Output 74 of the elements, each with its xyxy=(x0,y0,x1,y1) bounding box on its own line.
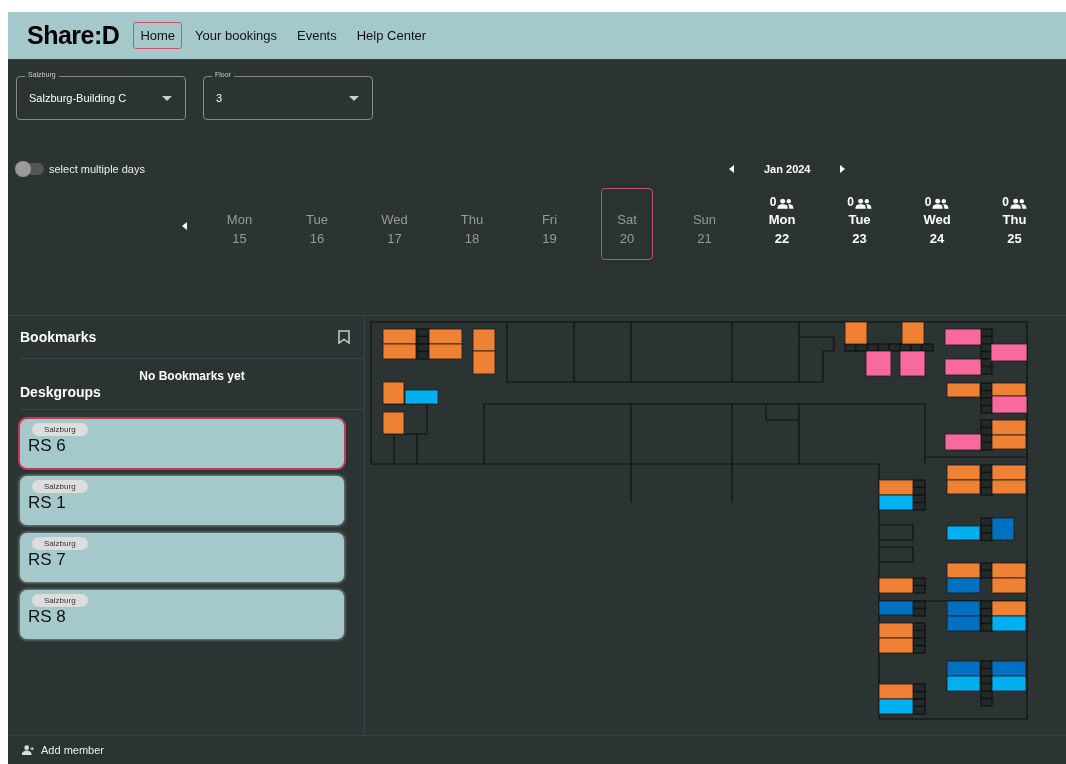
desk[interactable] xyxy=(878,637,914,654)
field-value: Salzburg-Building C xyxy=(29,92,128,104)
previous-week-icon[interactable] xyxy=(181,222,187,230)
desk[interactable] xyxy=(990,343,1028,362)
deskgroup-name: RS 8 xyxy=(28,607,66,627)
people-icon xyxy=(854,198,872,209)
nav-link[interactable]: Your bookings xyxy=(188,22,284,49)
desk[interactable] xyxy=(944,358,982,376)
day-tab[interactable]: 0 Wed 24 xyxy=(911,188,963,260)
desk[interactable] xyxy=(878,494,914,511)
desk[interactable] xyxy=(991,675,1027,692)
desk[interactable] xyxy=(472,328,496,352)
desk[interactable] xyxy=(946,382,981,398)
desk[interactable] xyxy=(382,343,417,360)
desk[interactable] xyxy=(382,411,405,435)
location-chip: Salzburg xyxy=(32,594,88,607)
desk[interactable] xyxy=(428,343,463,360)
nav-link[interactable]: Help Center xyxy=(349,22,434,49)
deskgroup-name: RS 6 xyxy=(28,436,66,456)
field-value: 3 xyxy=(216,92,224,104)
deskgroup-name: RS 7 xyxy=(28,550,66,570)
desk[interactable] xyxy=(991,615,1027,632)
toggle-label: select multiple days xyxy=(49,163,145,175)
desk[interactable] xyxy=(944,328,982,346)
deskgroup-card[interactable]: Salzburg RS 8 xyxy=(20,590,344,639)
section-title: Bookmarks xyxy=(20,329,97,345)
add-person-icon xyxy=(22,745,35,755)
deskgroup-card[interactable]: Salzburg RS 1 xyxy=(20,476,344,525)
desk[interactable] xyxy=(946,525,981,541)
desk[interactable] xyxy=(899,350,926,377)
nav-link[interactable]: Events xyxy=(290,22,344,49)
desk[interactable] xyxy=(878,698,914,715)
desk[interactable] xyxy=(944,433,982,451)
desk[interactable] xyxy=(878,600,914,616)
next-month-icon[interactable] xyxy=(840,165,846,173)
desk[interactable] xyxy=(844,321,868,345)
empty-message: No Bookmarks yet xyxy=(138,369,246,383)
location-chip: Salzburg xyxy=(32,480,88,493)
nav-link[interactable]: Home xyxy=(133,22,183,49)
month-label: Jan 2024 xyxy=(764,163,811,175)
day-tab[interactable]: 0 Tue 23 xyxy=(833,188,886,260)
desk[interactable] xyxy=(946,675,981,692)
bookmark-icon[interactable] xyxy=(338,330,350,344)
desk[interactable] xyxy=(946,577,981,594)
location-chip: Salzburg xyxy=(32,537,88,550)
deskgroup-name: RS 1 xyxy=(28,493,66,513)
desk[interactable] xyxy=(991,517,1015,541)
desk[interactable] xyxy=(404,389,439,405)
desk[interactable] xyxy=(878,577,914,594)
desk[interactable] xyxy=(991,479,1027,495)
desk[interactable] xyxy=(472,350,496,375)
deskgroup-card[interactable]: Salzburg RS 7 xyxy=(20,533,344,582)
day-tab[interactable]: 0 Mon 22 xyxy=(756,188,808,260)
add-member-link[interactable]: Add member xyxy=(22,744,104,756)
desk[interactable] xyxy=(901,321,925,345)
caret-icon xyxy=(349,95,359,101)
desk[interactable] xyxy=(946,615,981,632)
deskgroup-card[interactable]: Salzburg RS 6 xyxy=(20,419,344,468)
day-tab[interactable]: 0 Thu 25 xyxy=(988,188,1041,260)
people-icon xyxy=(777,198,795,209)
section-title: Deskgroups xyxy=(20,384,101,400)
desk[interactable] xyxy=(946,479,981,495)
app-logo: Share:D xyxy=(27,21,120,50)
desk[interactable] xyxy=(865,350,892,377)
location-chip: Salzburg xyxy=(32,423,88,436)
people-icon xyxy=(932,198,950,209)
toggle-switch[interactable] xyxy=(16,163,44,175)
desk[interactable] xyxy=(991,577,1027,594)
caret-icon xyxy=(162,95,172,101)
desk[interactable] xyxy=(991,395,1028,414)
desk[interactable] xyxy=(382,381,405,405)
people-icon xyxy=(1009,198,1027,209)
previous-month-icon[interactable] xyxy=(729,165,734,173)
desk[interactable] xyxy=(991,434,1027,450)
